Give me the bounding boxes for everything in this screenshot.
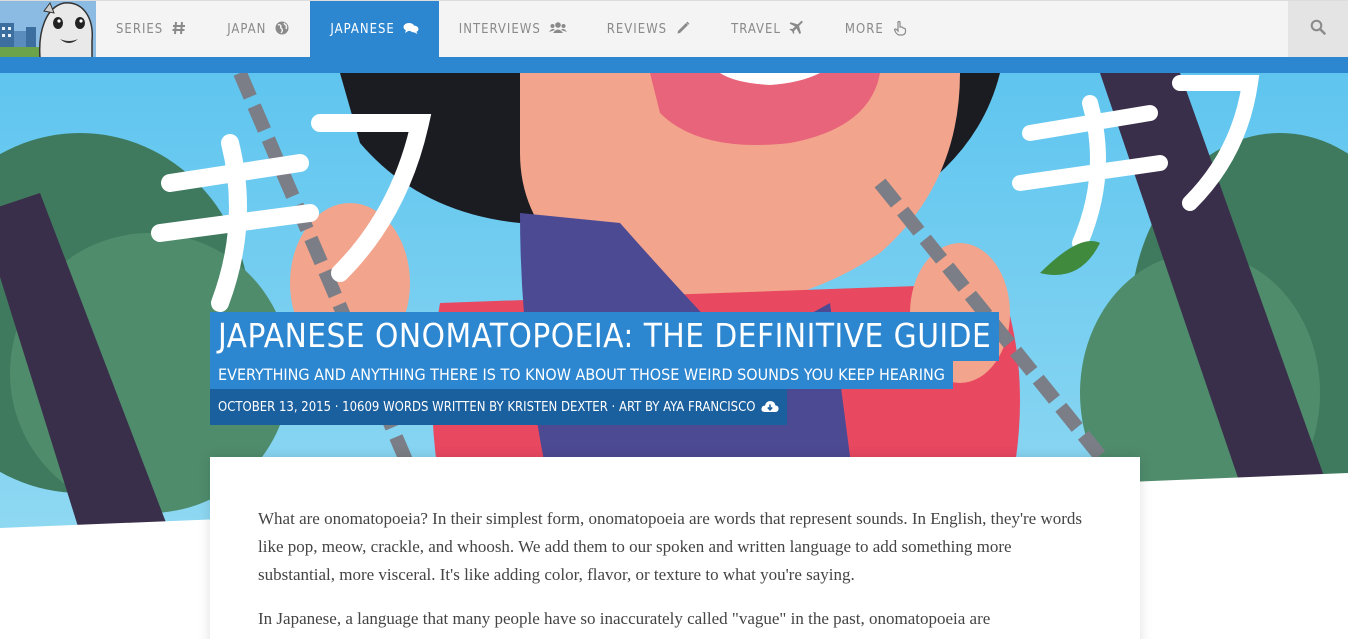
search-icon [1310, 19, 1326, 40]
search-button[interactable] [1288, 1, 1348, 58]
users-icon [548, 20, 567, 40]
cloud-download-icon[interactable] [761, 400, 780, 414]
article-meta: OCTOBER 13, 2015 · 10609 WORDS WRITTEN B… [210, 389, 788, 425]
plane-icon [789, 20, 805, 40]
hand-pointer-icon [892, 20, 908, 40]
pencil-icon [675, 20, 691, 40]
page-title: JAPANESE ONOMATOPOEIA: THE DEFINITIVE GU… [210, 312, 1000, 361]
page-subtitle: EVERYTHING AND ANYTHING THERE IS TO KNOW… [210, 361, 953, 389]
hash-icon [171, 20, 187, 40]
article-meta-text: OCTOBER 13, 2015 · 10609 WORDS WRITTEN B… [218, 399, 756, 415]
nav-item-label: SERIES [116, 22, 164, 37]
nav-item-label: JAPANESE [330, 22, 395, 37]
title-block: JAPANESE ONOMATOPOEIA: THE DEFINITIVE GU… [210, 312, 1000, 425]
nav-item-reviews[interactable]: REVIEWS [587, 1, 711, 58]
article-paragraph: In Japanese, a language that many people… [258, 609, 991, 628]
article-paragraph: What are onomatopoeia? In their simplest… [258, 509, 1083, 584]
nav-item-label: REVIEWS [606, 22, 668, 37]
nav-item-travel[interactable]: TRAVEL [711, 1, 825, 58]
nav-item-label: MORE [844, 22, 884, 37]
article-body: What are onomatopoeia? In their simplest… [210, 457, 1140, 639]
nav-menu: SERIES JAPAN JAPANESE INTERVIEWS REVIEWS [96, 1, 928, 58]
nav-item-japan[interactable]: JAPAN [207, 1, 310, 58]
nav-item-label: JAPAN [227, 22, 267, 37]
nav-item-label: TRAVEL [731, 22, 781, 37]
globe-icon [274, 20, 290, 40]
top-nav: SERIES JAPAN JAPANESE INTERVIEWS REVIEWS [0, 0, 1348, 58]
nav-item-more[interactable]: MORE [825, 1, 928, 58]
comments-icon [403, 20, 419, 40]
nav-item-series[interactable]: SERIES [96, 1, 207, 58]
nav-item-japanese[interactable]: JAPANESE [310, 1, 439, 58]
site-logo[interactable] [0, 1, 96, 58]
nav-item-label: INTERVIEWS [458, 22, 541, 37]
nav-item-interviews[interactable]: INTERVIEWS [439, 1, 587, 58]
nav-accent-bar [0, 57, 1348, 73]
